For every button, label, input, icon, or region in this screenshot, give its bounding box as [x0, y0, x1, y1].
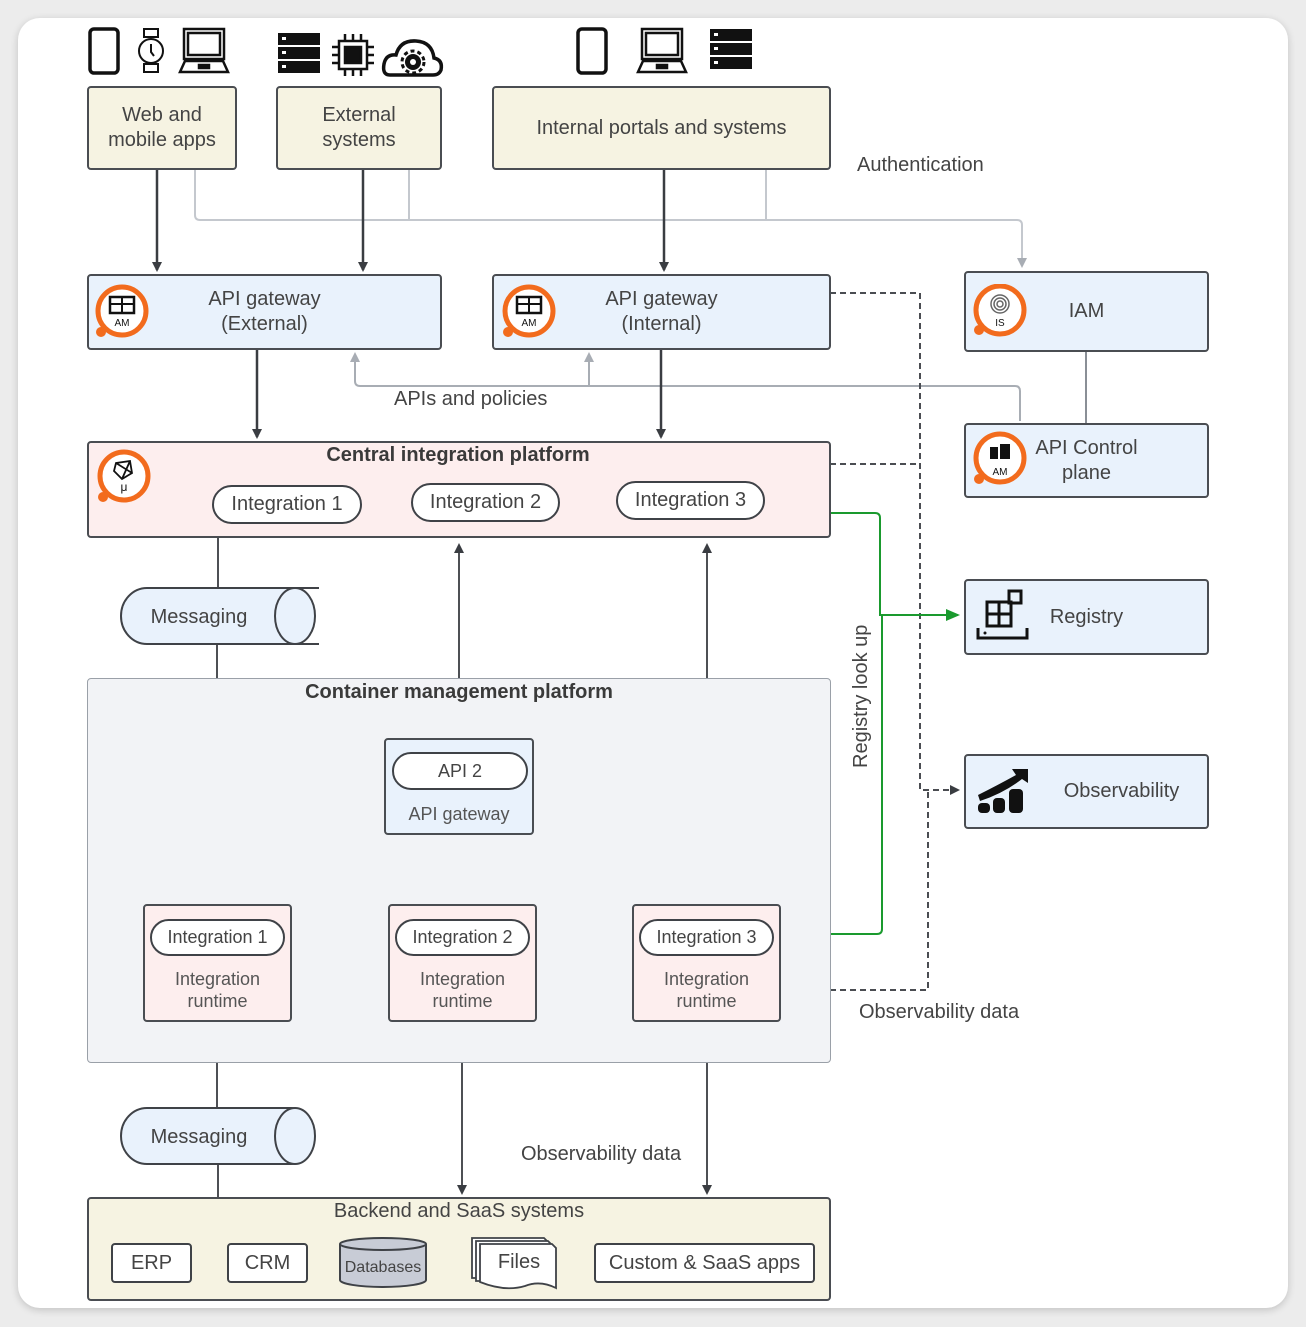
- authentication-label: Authentication: [857, 154, 984, 176]
- authentication-lines: [194, 169, 1027, 268]
- central-integration-2[interactable]: Integration 2: [411, 483, 560, 522]
- api-manager-badge-icon: AM: [502, 284, 556, 338]
- runtime-label: runtime: [676, 991, 737, 1011]
- api-gateway-label: API gateway: [408, 804, 510, 824]
- integration-runtime-2[interactable]: Integration 2 Integration runtime: [388, 904, 537, 1022]
- svg-text:AM: AM: [115, 318, 130, 329]
- observability-icon: [978, 769, 1028, 813]
- laptop-icon: [636, 27, 688, 74]
- identity-server-badge-icon: IS: [973, 284, 1027, 337]
- control-plane-badge-icon: AM: [973, 431, 1027, 485]
- internal-portals-box[interactable]: Internal portals and systems: [492, 86, 831, 170]
- laptop-icon: [178, 27, 230, 74]
- integration-runtime-3[interactable]: Integration 3 Integration runtime: [632, 904, 781, 1022]
- apis-policies-label: APIs and policies: [394, 388, 548, 410]
- runtime-integration-pill[interactable]: Integration 1: [150, 919, 285, 956]
- messaging-label: Messaging: [151, 606, 248, 628]
- registry-label: Registry: [1049, 605, 1124, 628]
- observability-label: Observability: [1063, 780, 1180, 802]
- central-integration-3[interactable]: Integration 3: [616, 481, 765, 520]
- gateway-title: API gateway: [605, 288, 718, 310]
- databases-label: Databases: [345, 1259, 422, 1276]
- mobile-phone-icon: [88, 27, 120, 75]
- api-2-pill[interactable]: API 2: [392, 752, 528, 790]
- cloud-gear-icon: [381, 39, 444, 77]
- container-api-gateway-box[interactable]: API 2 API gateway: [384, 738, 534, 835]
- central-platform-title: Central integration platform: [326, 444, 590, 466]
- web-mobile-icons: [88, 27, 230, 75]
- external-systems-box[interactable]: External systems: [276, 86, 442, 170]
- web-mobile-apps-label: Web and mobile apps: [108, 104, 216, 151]
- internal-portals-label: Internal portals and systems: [536, 116, 787, 139]
- runtime-integration-pill[interactable]: Integration 3: [639, 919, 774, 956]
- custom-saas-apps-box[interactable]: Custom & SaaS apps: [594, 1243, 815, 1283]
- container-platform-title: Container management platform: [305, 681, 613, 703]
- runtime-label: runtime: [432, 991, 493, 1011]
- external-systems-label: External systems: [322, 104, 396, 151]
- iam-label: IAM: [1068, 300, 1105, 322]
- external-system-icons: [278, 33, 444, 77]
- runtime-label: Integration: [419, 969, 506, 989]
- internal-system-icons: [576, 27, 752, 75]
- runtime-label: Integration: [174, 969, 261, 989]
- smartwatch-icon: [138, 28, 164, 73]
- files-stack[interactable]: Files: [470, 1236, 560, 1292]
- registry-icon: [976, 589, 1029, 640]
- central-integration-1[interactable]: Integration 1: [212, 485, 362, 524]
- svg-text:IS: IS: [995, 318, 1005, 329]
- svg-text:μ: μ: [121, 480, 128, 494]
- runtime-integration-pill[interactable]: Integration 2: [395, 919, 530, 956]
- erp-box[interactable]: ERP: [111, 1243, 192, 1283]
- mobile-phone-icon: [576, 27, 608, 75]
- observability-data-label: Observability data: [859, 1001, 1020, 1023]
- svg-text:AM: AM: [993, 467, 1008, 478]
- messaging-queue-top[interactable]: Messaging: [119, 586, 319, 648]
- messaging-label: Messaging: [151, 1126, 248, 1148]
- gateway-subtitle: (External): [221, 313, 308, 335]
- files-label: Files: [498, 1251, 540, 1273]
- gateway-subtitle: (Internal): [621, 313, 702, 335]
- integration-runtime-1[interactable]: Integration 1 Integration runtime: [143, 904, 292, 1022]
- databases-cylinder[interactable]: Databases: [337, 1236, 429, 1290]
- runtime-label: runtime: [187, 991, 248, 1011]
- chip-icon: [332, 34, 374, 76]
- crm-box[interactable]: CRM: [227, 1243, 308, 1283]
- micro-integrator-badge-icon: μ: [97, 449, 151, 503]
- messaging-queue-bottom[interactable]: Messaging: [119, 1106, 319, 1168]
- server-icon: [710, 29, 752, 69]
- gateway-title: API gateway: [208, 288, 321, 310]
- control-plane-subtitle: plane: [1062, 461, 1111, 484]
- backend-title: Backend and SaaS systems: [333, 1200, 585, 1222]
- runtime-label: Integration: [663, 969, 750, 989]
- observability-data-label: Observability data: [521, 1143, 682, 1165]
- control-plane-title: API Control: [1035, 436, 1138, 459]
- web-mobile-apps-box[interactable]: Web and mobile apps: [87, 86, 237, 170]
- svg-text:AM: AM: [522, 318, 537, 329]
- server-icon: [278, 33, 320, 73]
- registry-lookup-label: Registry look up: [850, 624, 872, 768]
- api-manager-badge-icon: AM: [95, 284, 149, 338]
